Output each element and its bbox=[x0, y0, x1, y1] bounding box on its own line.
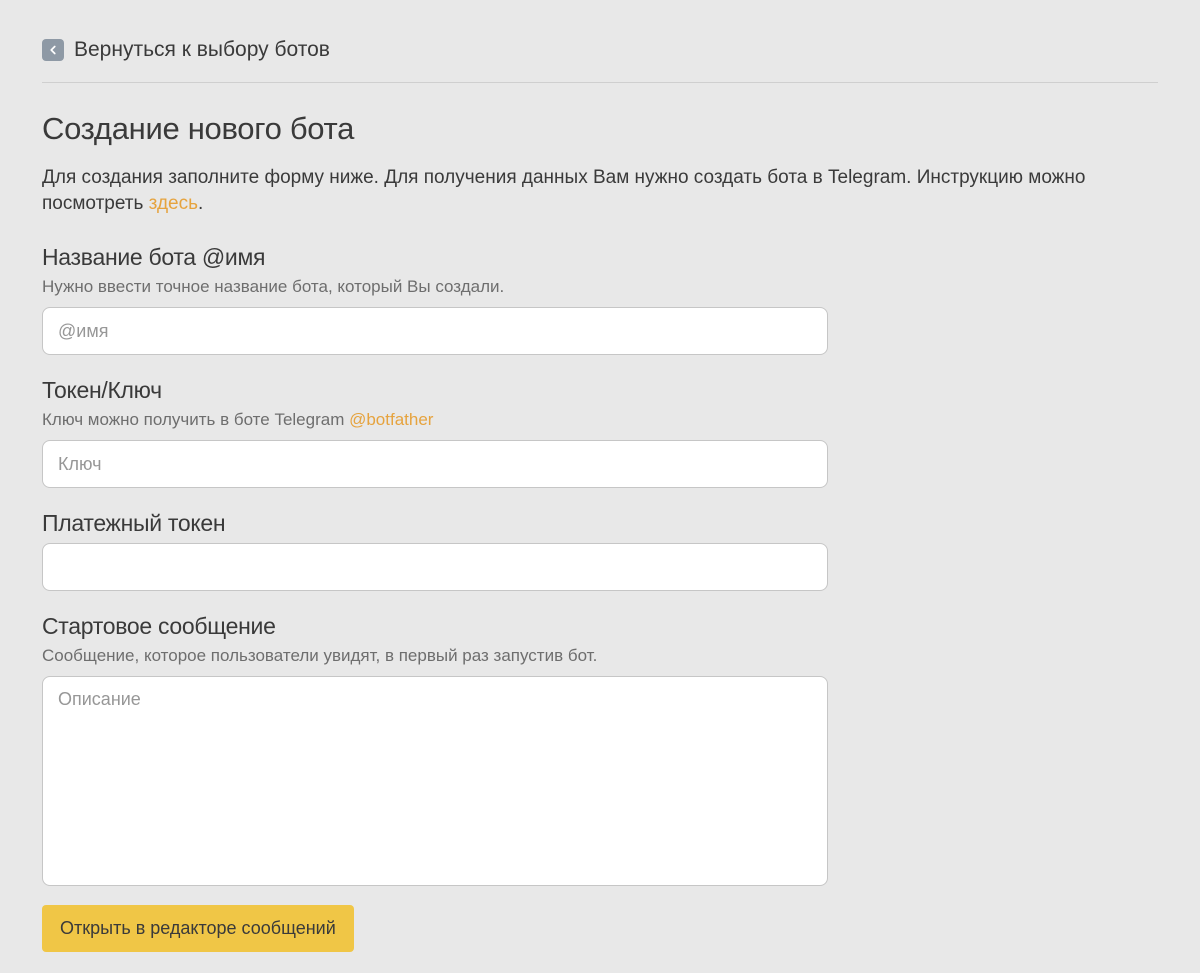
botname-label: Название бота @имя bbox=[42, 244, 1158, 271]
intro-text: Для создания заполните форму ниже. Для п… bbox=[42, 165, 1158, 216]
divider bbox=[42, 82, 1158, 83]
intro-link[interactable]: здесь bbox=[149, 193, 198, 214]
token-help: Ключ можно получить в боте Telegram @bot… bbox=[42, 410, 1158, 430]
back-link[interactable]: Вернуться к выбору ботов bbox=[42, 38, 330, 62]
token-help-link[interactable]: @botfather bbox=[349, 410, 433, 429]
token-help-text: Ключ можно получить в боте Telegram bbox=[42, 410, 349, 429]
intro-text-part2: . bbox=[198, 193, 203, 214]
payment-token-label: Платежный токен bbox=[42, 510, 1158, 537]
back-arrow-icon bbox=[42, 39, 64, 61]
botname-help: Нужно ввести точное название бота, котор… bbox=[42, 277, 1158, 297]
payment-token-input[interactable] bbox=[42, 543, 828, 591]
start-message-textarea[interactable] bbox=[42, 676, 828, 886]
open-editor-button[interactable]: Открыть в редакторе сообщений bbox=[42, 905, 354, 952]
field-start-message: Стартовое сообщение Сообщение, которое п… bbox=[42, 613, 1158, 952]
field-payment-token: Платежный токен bbox=[42, 510, 1158, 591]
page-title: Создание нового бота bbox=[42, 111, 1158, 147]
token-label: Токен/Ключ bbox=[42, 377, 1158, 404]
token-input[interactable] bbox=[42, 440, 828, 488]
start-message-help: Сообщение, которое пользователи увидят, … bbox=[42, 646, 1158, 666]
field-botname: Название бота @имя Нужно ввести точное н… bbox=[42, 244, 1158, 355]
field-token: Токен/Ключ Ключ можно получить в боте Te… bbox=[42, 377, 1158, 488]
back-link-label: Вернуться к выбору ботов bbox=[74, 38, 330, 62]
botname-input[interactable] bbox=[42, 307, 828, 355]
start-message-label: Стартовое сообщение bbox=[42, 613, 1158, 640]
